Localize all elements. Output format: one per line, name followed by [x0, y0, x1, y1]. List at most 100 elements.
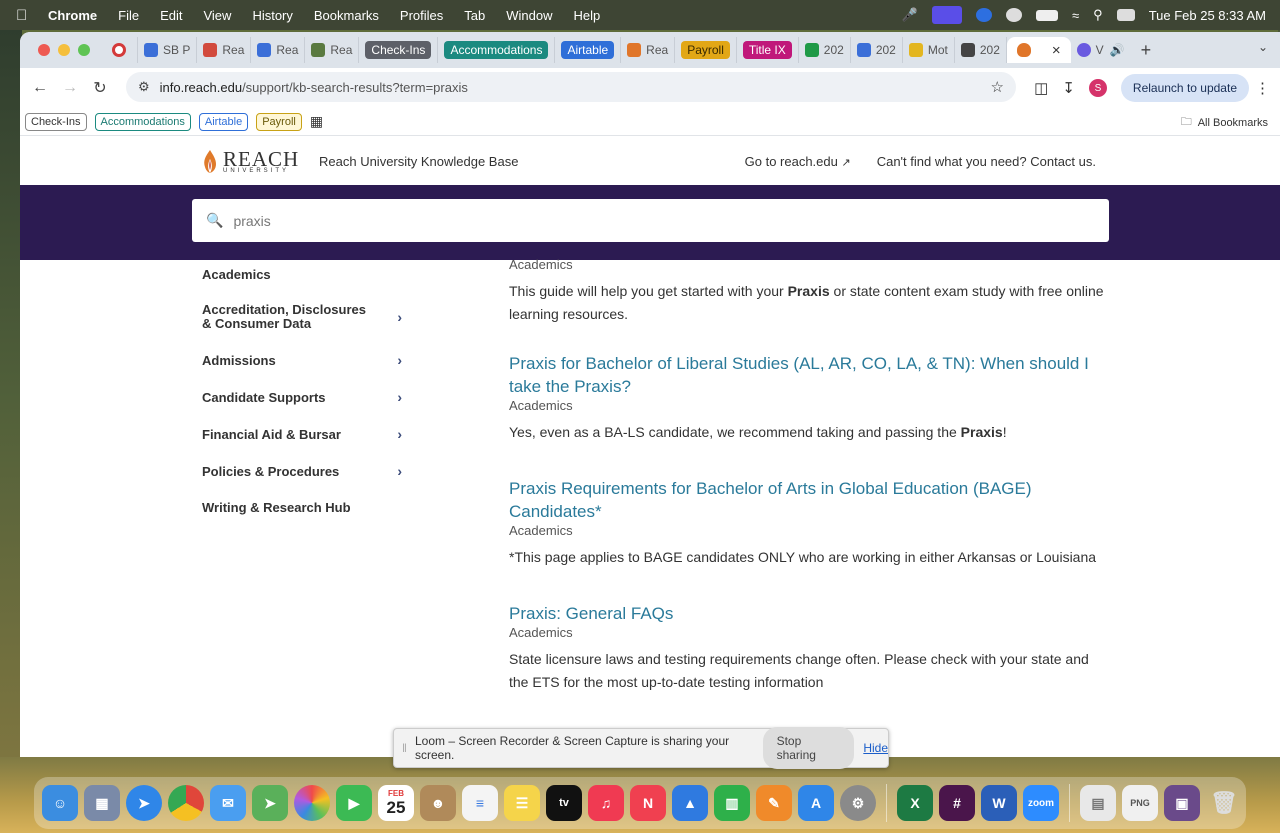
tab-active[interactable]: × — [1006, 37, 1071, 63]
chrome-menu-icon[interactable]: ⋮ — [1255, 79, 1270, 97]
menu-profiles[interactable]: Profiles — [400, 8, 443, 23]
calendar-icon[interactable]: FEB 25 — [378, 785, 414, 821]
sidebar-item-candidate-supports[interactable]: Candidate Supports › — [202, 389, 402, 405]
facetime-icon[interactable]: ▶ — [336, 785, 372, 821]
tab-close-icon[interactable]: × — [1052, 42, 1061, 59]
tab-10[interactable]: 202 — [799, 37, 851, 63]
apple-menu-icon[interactable]:  — [16, 7, 34, 24]
result-title-link[interactable]: Praxis for Bachelor of Liberal Studies (… — [509, 352, 1109, 398]
forward-button[interactable]: → — [55, 79, 85, 97]
battery-icon[interactable] — [1036, 9, 1059, 21]
contact-us-link[interactable]: Can't find what you need? Contact us. — [877, 154, 1096, 169]
sidebar-item-policies[interactable]: Policies & Procedures › — [202, 463, 402, 479]
bookmark-payroll[interactable]: Payroll — [256, 112, 302, 131]
keynote-icon[interactable]: ▲ — [672, 785, 708, 821]
sidebar-item-writing-hub[interactable]: Writing & Research Hub — [202, 500, 402, 515]
zoom-icon[interactable]: zoom — [1023, 785, 1059, 821]
result-title-link[interactable]: Praxis: General FAQs — [509, 602, 1109, 625]
trash-icon[interactable]: 🗑 — [1206, 785, 1242, 821]
screen-share-icon[interactable] — [932, 6, 963, 24]
site-info-icon[interactable]: ⚙ — [138, 79, 150, 95]
reload-button[interactable]: ↻ — [85, 78, 115, 98]
bookmark-accommodations[interactable]: Accommodations — [94, 112, 191, 131]
menu-edit[interactable]: Edit — [160, 8, 182, 23]
menu-file[interactable]: File — [118, 8, 139, 23]
zoom-window-button[interactable] — [78, 44, 90, 56]
creative-cloud-icon[interactable] — [1006, 8, 1023, 22]
address-bar[interactable]: ⚙ info.reach.edu/support/kb-search-resul… — [126, 72, 1016, 102]
minimize-window-button[interactable] — [58, 44, 70, 56]
menu-view[interactable]: View — [203, 8, 231, 23]
mail-icon[interactable]: ✉ — [210, 785, 246, 821]
chevron-right-icon[interactable]: › — [397, 309, 402, 325]
drag-handle-icon[interactable]: ‖ — [402, 741, 407, 755]
kb-search-input[interactable]: 🔍 praxis — [192, 199, 1109, 242]
tab-3[interactable]: Rea — [305, 37, 360, 63]
menu-app-name[interactable]: Chrome — [48, 8, 97, 23]
launchpad-icon[interactable]: ▦ — [84, 785, 120, 821]
zoom-menu-icon[interactable] — [976, 8, 993, 22]
menu-clock[interactable]: Tue Feb 25 8:33 AM — [1149, 8, 1266, 23]
tab-group-check-ins[interactable]: Check-Ins — [359, 37, 439, 63]
numbers-icon[interactable]: ▥ — [714, 785, 750, 821]
menu-window[interactable]: Window — [506, 8, 552, 23]
speaker-icon[interactable]: 🔊 — [1110, 43, 1125, 57]
hide-button[interactable]: Hide — [863, 741, 888, 755]
system-settings-icon[interactable]: ⚙ — [840, 785, 876, 821]
tab-recording[interactable] — [106, 37, 138, 63]
extensions-icon[interactable]: ◫ — [1034, 79, 1048, 97]
sidebar-item-financial-aid[interactable]: Financial Aid & Bursar › — [202, 426, 402, 442]
tab-7[interactable]: Rea — [621, 37, 676, 63]
stop-sharing-button[interactable]: Stop sharing — [762, 727, 855, 769]
result-category[interactable]: Academics — [509, 523, 1109, 538]
image-file-icon[interactable]: PNG — [1122, 785, 1158, 821]
microphone-icon[interactable]: 🎤 — [902, 7, 918, 23]
excel-icon[interactable]: X — [897, 785, 933, 821]
bookmark-check-ins[interactable]: Check-Ins — [25, 112, 87, 131]
slack-icon[interactable]: # — [939, 785, 975, 821]
tab-11[interactable]: 202 — [851, 37, 903, 63]
close-window-button[interactable] — [38, 44, 50, 56]
tab-group-airtable[interactable]: Airtable — [555, 37, 622, 63]
result-title-link[interactable]: Praxis Requirements for Bachelor of Arts… — [509, 477, 1109, 523]
tab-group-title-ix[interactable]: Title IX — [737, 37, 799, 63]
document-stack-icon[interactable]: ▤ — [1080, 785, 1116, 821]
chrome-icon[interactable] — [168, 785, 204, 821]
pages-icon[interactable]: ✎ — [756, 785, 792, 821]
menu-bookmarks[interactable]: Bookmarks — [314, 8, 379, 23]
tab-group-accommodations[interactable]: Accommodations — [438, 37, 556, 63]
chevron-right-icon[interactable]: › — [397, 463, 402, 479]
result-category[interactable]: Academics — [509, 625, 1109, 640]
tab-2[interactable]: Rea — [251, 37, 306, 63]
apps-grid-icon[interactable]: ▦ — [310, 113, 323, 130]
bookmark-star-icon[interactable]: ☆ — [991, 78, 1004, 96]
finder-icon[interactable]: ☺ — [42, 785, 78, 821]
spotlight-search-icon[interactable]: ⚲ — [1093, 7, 1103, 23]
apple-tv-icon[interactable]: tv — [546, 785, 582, 821]
profile-avatar[interactable]: S — [1088, 79, 1107, 97]
control-center-icon[interactable] — [1116, 9, 1135, 21]
chevron-right-icon[interactable]: › — [397, 426, 402, 442]
chevron-right-icon[interactable]: › — [397, 389, 402, 405]
tab-search-chevron-icon[interactable]: ⌄ — [1258, 40, 1268, 54]
contacts-icon[interactable]: ☻ — [420, 785, 456, 821]
result-category[interactable]: Academics — [509, 398, 1109, 413]
tab-1[interactable]: Rea — [197, 37, 252, 63]
news-icon[interactable]: N — [630, 785, 666, 821]
tab-13[interactable]: 202 — [955, 37, 1007, 63]
safari-icon[interactable]: ➤ — [126, 785, 162, 821]
all-bookmarks-button[interactable]: 🗀 All Bookmarks — [1181, 113, 1268, 132]
screenshot-folder-icon[interactable]: ▣ — [1164, 785, 1200, 821]
tab-12[interactable]: Mot — [903, 37, 955, 63]
menu-help[interactable]: Help — [574, 8, 601, 23]
go-to-reach-link[interactable]: Go to reach.edu ↗ — [745, 154, 851, 169]
new-tab-button[interactable]: + — [1141, 40, 1152, 61]
tab-0[interactable]: SB P — [138, 37, 198, 63]
notes-icon[interactable]: ☰ — [504, 785, 540, 821]
chevron-right-icon[interactable]: › — [397, 352, 402, 368]
bookmark-airtable[interactable]: Airtable — [198, 112, 249, 131]
tab-last[interactable]: V 🔊 — [1071, 37, 1131, 63]
wifi-icon[interactable]: ≈ — [1072, 8, 1079, 23]
word-icon[interactable]: W — [981, 785, 1017, 821]
reach-logo[interactable]: REACH UNIVERSITY — [201, 148, 299, 176]
